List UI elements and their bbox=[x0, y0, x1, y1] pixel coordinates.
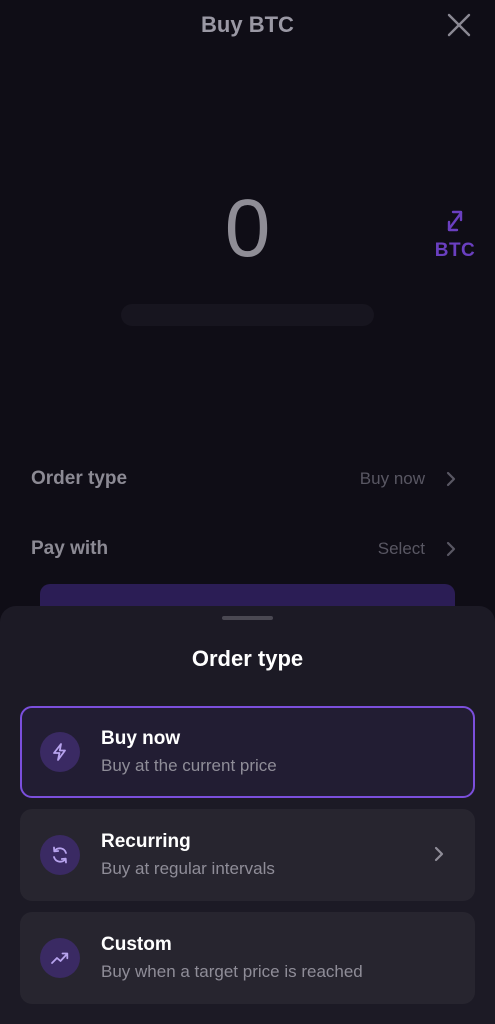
option-subtitle: Buy at the current price bbox=[101, 756, 277, 775]
recurring-icon bbox=[53, 846, 67, 864]
page-title: Buy BTC bbox=[201, 12, 294, 37]
option-subtitle: Buy when a target price is reached bbox=[101, 962, 363, 981]
chevron-right-icon bbox=[434, 846, 444, 862]
swap-arrows-icon bbox=[447, 210, 463, 232]
trend-up-icon bbox=[51, 952, 69, 964]
pay-with-label: Pay with bbox=[31, 538, 109, 559]
amount-display[interactable]: 0 bbox=[0, 184, 495, 274]
sheet-title: Order type bbox=[191, 646, 304, 671]
chevron-right-icon bbox=[446, 471, 456, 487]
currency-switch-button[interactable]: BTC bbox=[430, 208, 480, 266]
order-option-buy-now[interactable]: Buy now Buy at the current price bbox=[20, 706, 475, 798]
pay-with-value: Select bbox=[377, 539, 425, 558]
order-option-custom[interactable]: Custom Buy when a target price is reache… bbox=[20, 912, 475, 1004]
close-icon bbox=[447, 13, 471, 37]
chevron-right-icon bbox=[446, 541, 456, 557]
header: Buy BTC bbox=[0, 0, 495, 54]
order-type-sheet: Order type Buy now Buy at the current pr… bbox=[0, 606, 495, 1024]
order-type-label: Order type bbox=[31, 468, 128, 489]
option-icon-container bbox=[40, 835, 80, 875]
sheet-drag-handle[interactable] bbox=[222, 616, 273, 620]
order-type-value: Buy now bbox=[359, 469, 425, 488]
option-title: Buy now bbox=[101, 728, 181, 749]
loading-placeholder bbox=[121, 304, 374, 326]
option-title: Recurring bbox=[101, 831, 191, 852]
order-type-row[interactable]: Order type Buy now bbox=[0, 456, 495, 502]
order-option-recurring[interactable]: Recurring Buy at regular intervals bbox=[20, 809, 475, 901]
option-icon-container bbox=[40, 938, 80, 978]
lightning-icon bbox=[53, 743, 66, 761]
currency-label: BTC bbox=[434, 240, 476, 261]
option-subtitle: Buy at regular intervals bbox=[101, 859, 275, 878]
buy-btc-screen: Buy BTC 0 BTC Order type Buy now Pay wit… bbox=[0, 0, 495, 1024]
close-button[interactable] bbox=[444, 10, 474, 40]
pay-with-row[interactable]: Pay with Select bbox=[0, 526, 495, 572]
option-icon-container bbox=[40, 732, 80, 772]
option-title: Custom bbox=[101, 934, 172, 955]
